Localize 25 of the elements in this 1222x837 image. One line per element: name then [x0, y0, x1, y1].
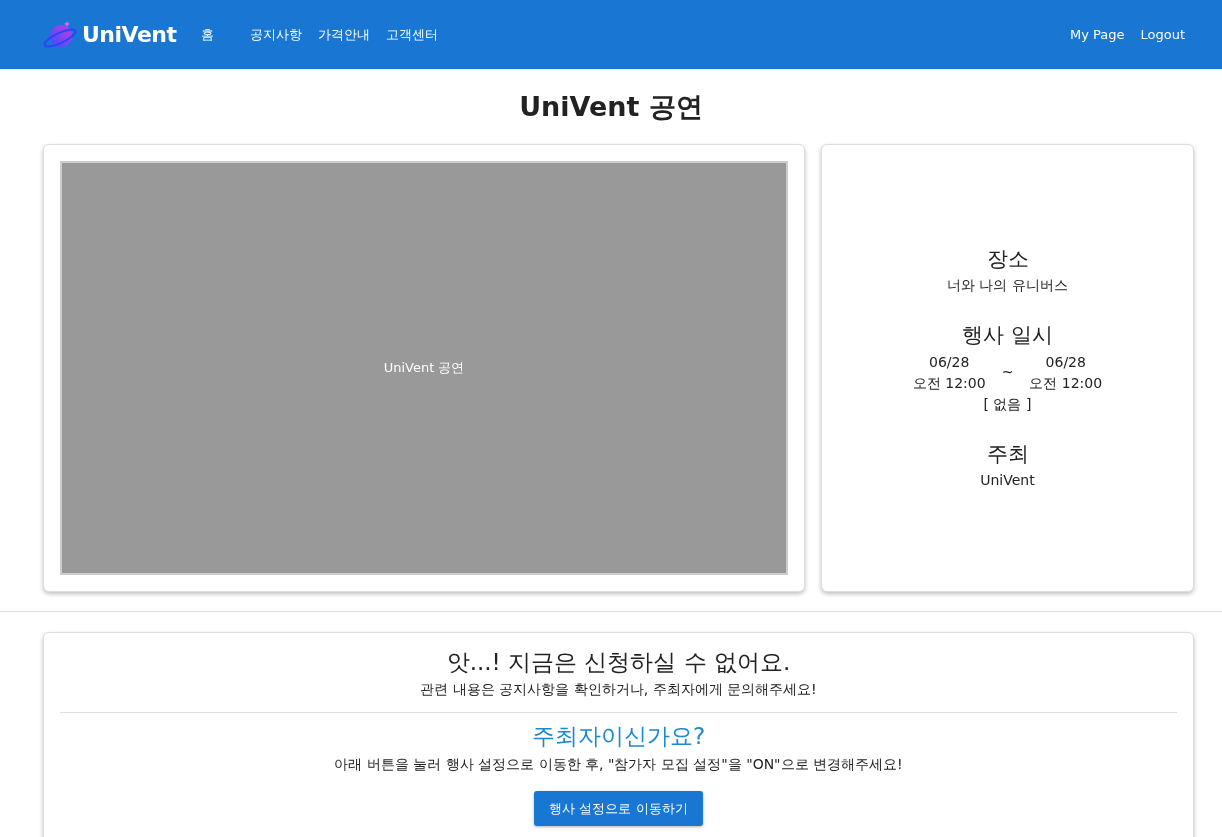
- section-heading: 장소: [986, 245, 1029, 273]
- end-time: 오전 12:00: [1029, 373, 1103, 393]
- nav-link[interactable]: My Page: [1069, 24, 1125, 45]
- notice-text: 관련 내용은 공지사항을 확인하거나, 주최자에게 문의해주세요!: [419, 680, 818, 699]
- start-time: 오전 12:00: [912, 373, 986, 393]
- notice-heading: 앗...! 지금은 신청하실 수 없어요.: [445, 647, 792, 677]
- poster-caption: UniVent 공연: [383, 358, 465, 377]
- end-date: 06/28: [1044, 352, 1087, 372]
- section-heading: 행사 일시: [962, 322, 1053, 350]
- date-note: [ 없음 ]: [983, 394, 1032, 414]
- date-separator: ~: [1001, 363, 1014, 383]
- nav-link[interactable]: Logout: [1140, 24, 1185, 45]
- start-date: 06/28: [928, 352, 971, 372]
- host-instruction: 아래 버튼을 눌러 행사 설정으로 이동한 후, "참가자 모집 설정"을 "ON"으로 변경해주세요!: [333, 754, 904, 774]
- place-text: 너와 나의 유니버스: [947, 276, 1068, 296]
- settings-button[interactable]: 행사 설정으로 이동하기: [534, 790, 703, 826]
- nav-link[interactable]: 가격안내: [317, 24, 370, 45]
- host-question: 주최자이신가요?: [530, 722, 707, 751]
- page-title: UniVent 공연: [518, 90, 704, 124]
- nav-link[interactable]: 홈: [200, 24, 214, 45]
- brand-name[interactable]: UniVent: [82, 18, 177, 51]
- nav-link[interactable]: 고객센터: [385, 24, 438, 45]
- section-heading: 주최: [986, 440, 1029, 468]
- nav-link[interactable]: 공지사항: [249, 24, 302, 45]
- host-name: UniVent: [980, 471, 1035, 491]
